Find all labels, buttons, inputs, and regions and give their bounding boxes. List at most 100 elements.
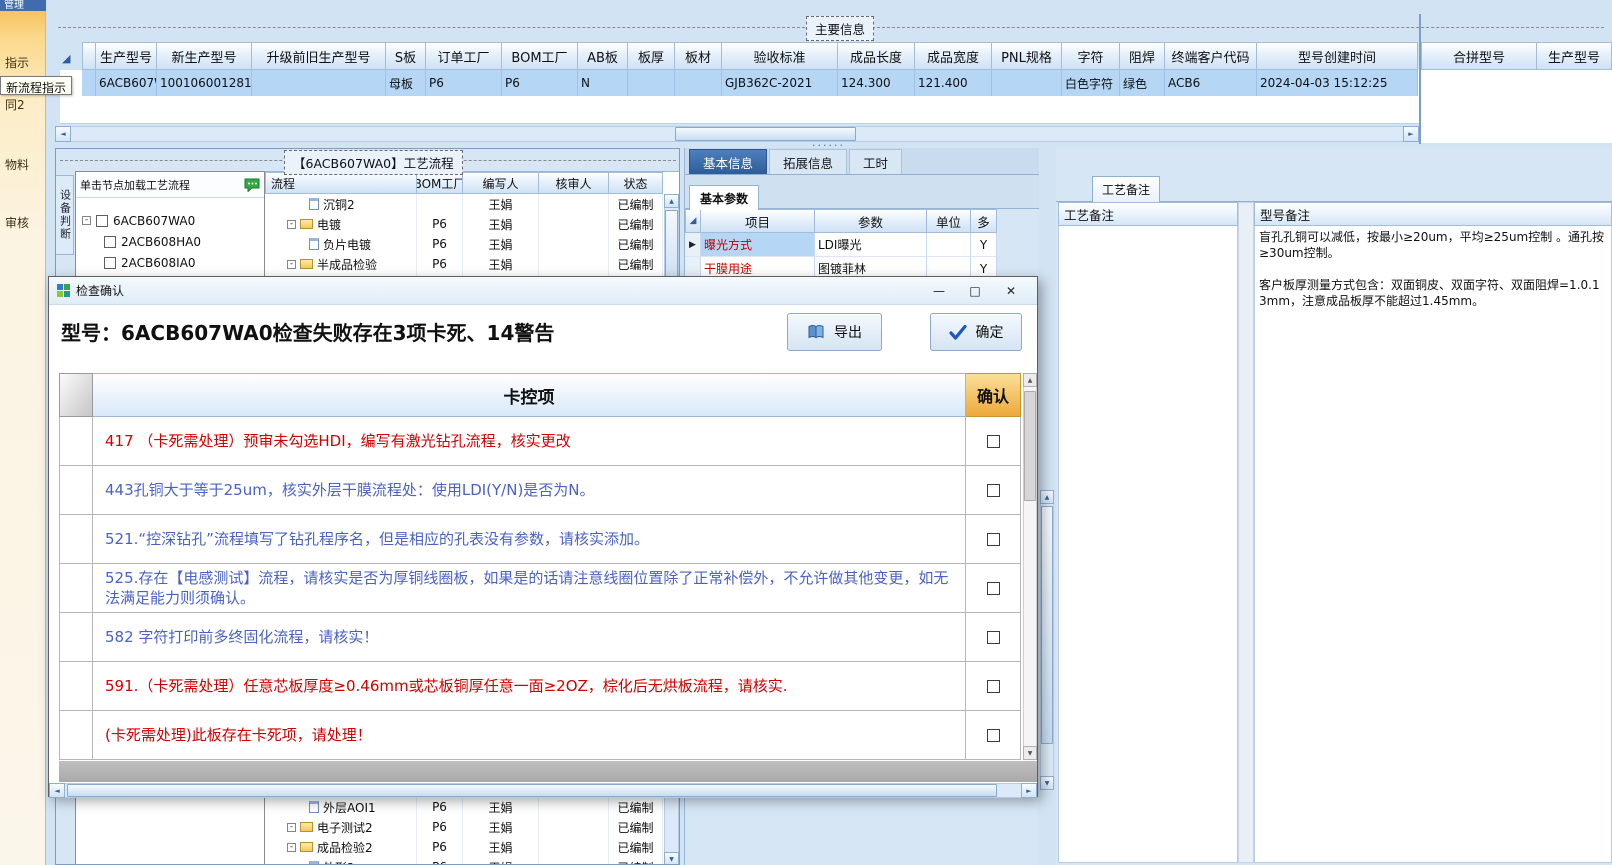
- main-grid-selected-row[interactable]: 6ACB607WA010010600128140母板P6P6NGJB362C-2…: [82, 70, 1418, 96]
- sidebar-item-1[interactable]: 同2: [5, 96, 45, 113]
- expander-icon[interactable]: -: [287, 842, 296, 852]
- column-header-writer[interactable]: 编写人: [463, 172, 539, 194]
- confirm-button[interactable]: 确定: [930, 313, 1022, 351]
- sidebar-item-3[interactable]: 审核: [5, 214, 45, 231]
- tab-work-hours[interactable]: 工时: [849, 149, 903, 174]
- check-row-4[interactable]: 582 字符打印前多终固化流程，请核实！: [59, 613, 1021, 662]
- param-row-0[interactable]: ▶ 曝光方式 LDI曝光 Y: [685, 233, 1039, 257]
- column-header-7[interactable]: 板厚: [628, 42, 675, 70]
- scrollbar-track[interactable]: [71, 126, 1403, 142]
- process-row[interactable]: 沉铜2 王娟 已编制: [265, 194, 679, 214]
- column-header-merge-model[interactable]: 合拼型号: [1421, 42, 1537, 70]
- column-header-bom-factory[interactable]: BOM工厂: [417, 172, 463, 194]
- tab-extended-info[interactable]: 拓展信息: [769, 149, 848, 174]
- scroll-right-icon[interactable]: ►: [1403, 126, 1419, 142]
- scrollbar-thumb[interactable]: [1024, 391, 1036, 501]
- column-header-param[interactable]: 参数: [815, 209, 927, 233]
- column-header-3[interactable]: S板: [386, 42, 426, 70]
- row-cell-4[interactable]: P6: [426, 70, 502, 96]
- scrollbar-thumb[interactable]: [1041, 506, 1053, 744]
- confirm-checkbox[interactable]: [986, 581, 1000, 595]
- column-header-0[interactable]: 生产型号: [96, 42, 157, 70]
- column-header-6[interactable]: AB板: [578, 42, 628, 70]
- column-header-process[interactable]: 流程: [265, 172, 417, 194]
- scroll-left-icon[interactable]: ◄: [49, 783, 65, 798]
- maximize-button[interactable]: □: [957, 280, 993, 302]
- column-header-8[interactable]: 板材: [675, 42, 722, 70]
- scroll-right-icon[interactable]: ►: [1021, 783, 1037, 798]
- row-cell-16[interactable]: 2024-04-03 15:12:25: [1257, 70, 1418, 96]
- scroll-down-icon[interactable]: ▼: [1023, 746, 1037, 760]
- column-header-4[interactable]: 订单工厂: [426, 42, 502, 70]
- column-header-10[interactable]: 成品长度: [838, 42, 915, 70]
- row-cell-1[interactable]: 10010600128140: [157, 70, 252, 96]
- row-cell-12[interactable]: [992, 70, 1062, 96]
- scroll-left-icon[interactable]: ◄: [55, 126, 71, 142]
- column-header-reviewer[interactable]: 核审人: [539, 172, 609, 194]
- column-header-1[interactable]: 新生产型号: [157, 42, 252, 70]
- column-header-9[interactable]: 验收标准: [722, 42, 838, 70]
- row-cell-10[interactable]: 124.300: [838, 70, 915, 96]
- scrollbar-track[interactable]: [65, 783, 1021, 798]
- confirm-checkbox[interactable]: [986, 434, 1000, 448]
- dialog-titlebar[interactable]: 检查确认 — □ ✕: [49, 277, 1037, 305]
- process-row[interactable]: 负片电镀 P6 王娟 已编制: [265, 234, 679, 254]
- row-cell-8[interactable]: [675, 70, 722, 96]
- process-row[interactable]: 外形2 P6王娟 已编制: [265, 857, 665, 864]
- column-header-item[interactable]: 项目: [701, 209, 815, 233]
- tree-item-1[interactable]: 2ACB608IA0: [76, 252, 264, 273]
- check-row-2[interactable]: 521.“控深钻孔”流程填写了钻孔程序名，但是相应的孔表没有参数，请核实添加。: [59, 515, 1021, 564]
- column-header-unit[interactable]: 单位: [927, 209, 971, 233]
- column-header-11[interactable]: 成品宽度: [915, 42, 992, 70]
- param-item-cell[interactable]: 曝光方式: [701, 233, 815, 257]
- column-header-15[interactable]: 终端客户代码: [1165, 42, 1257, 70]
- column-header-5[interactable]: BOM工厂: [502, 42, 578, 70]
- column-header-status[interactable]: 状态: [609, 172, 663, 194]
- confirm-checkbox[interactable]: [986, 630, 1000, 644]
- tree-root[interactable]: - 6ACB607WA0: [76, 210, 264, 231]
- dialog-hscrollbar[interactable]: ◄ ►: [49, 783, 1037, 798]
- param-value-cell[interactable]: LDI曝光: [815, 233, 927, 257]
- dialog-vscrollbar[interactable]: ▲ ▼: [1023, 373, 1037, 760]
- minimize-button[interactable]: —: [921, 280, 957, 302]
- scrollbar-thumb[interactable]: [67, 784, 997, 797]
- scroll-down-icon[interactable]: ▼: [1040, 776, 1054, 790]
- confirm-checkbox[interactable]: [986, 679, 1000, 693]
- row-cell-15[interactable]: ACB6: [1165, 70, 1257, 96]
- process-row[interactable]: - 成品检验2 P6 王娟 已编制: [265, 837, 665, 857]
- column-header-12[interactable]: PNL规格: [992, 42, 1062, 70]
- scroll-up-icon[interactable]: ▲: [664, 194, 679, 208]
- row-cell-9[interactable]: GJB362C-2021: [722, 70, 838, 96]
- scroll-up-icon[interactable]: ▲: [1040, 490, 1054, 504]
- scrollbar-track[interactable]: [1023, 387, 1037, 746]
- check-row-5[interactable]: 591.（卡死需处理）任意芯板厚度≥0.46mm或芯板铜厚任意一面≥2OZ，棕化…: [59, 662, 1021, 711]
- column-header-prod-model[interactable]: 生产型号: [1537, 42, 1612, 70]
- param-unit-cell[interactable]: [927, 233, 971, 257]
- scroll-up-icon[interactable]: ▲: [1023, 373, 1037, 387]
- row-cell-11[interactable]: 121.400: [915, 70, 992, 96]
- expander-icon[interactable]: -: [287, 822, 296, 832]
- tab-basic-info[interactable]: 基本信息: [689, 149, 768, 174]
- export-button[interactable]: 导出: [787, 313, 882, 351]
- expander-icon[interactable]: -: [287, 219, 296, 229]
- tree-checkbox[interactable]: [104, 235, 116, 248]
- tree-checkbox[interactable]: [104, 256, 116, 269]
- tree-checkbox[interactable]: [96, 214, 108, 227]
- process-row[interactable]: - 电镀 P6 王娟 已编制: [265, 214, 679, 234]
- model-notes-body[interactable]: 盲孔孔铜可以减低，按最小≥20um，平均≥25um控制 。通孔按≥30um控制。…: [1254, 226, 1612, 863]
- row-cell-0[interactable]: 6ACB607WA0: [96, 70, 157, 96]
- row-cell-2[interactable]: [252, 70, 386, 96]
- process-row[interactable]: - 半成品检验 P6 王娟 已编制: [265, 254, 679, 274]
- main-grid-hscrollbar[interactable]: ◄ ►: [55, 126, 1419, 142]
- check-row-1[interactable]: 443孔铜大于等于25um，核实外层干膜流程处：使用LDI(Y/N)是否为N。: [59, 466, 1021, 515]
- process-row[interactable]: 外层AOI1 P6 王娟 已编制: [265, 797, 665, 817]
- confirm-checkbox[interactable]: [986, 532, 1000, 546]
- side-tab-device[interactable]: 设备判断: [56, 175, 74, 255]
- column-header-14[interactable]: 阻焊: [1120, 42, 1165, 70]
- confirm-checkbox[interactable]: [986, 483, 1000, 497]
- check-row-0[interactable]: 417 （卡死需处理）预审未勾选HDI，编写有激光钻孔流程，核实更改: [59, 417, 1021, 466]
- scrollbar-track[interactable]: [1040, 504, 1054, 776]
- expander-icon[interactable]: -: [82, 216, 91, 225]
- expander-icon[interactable]: -: [287, 259, 296, 269]
- scroll-down-icon[interactable]: ▼: [664, 852, 679, 864]
